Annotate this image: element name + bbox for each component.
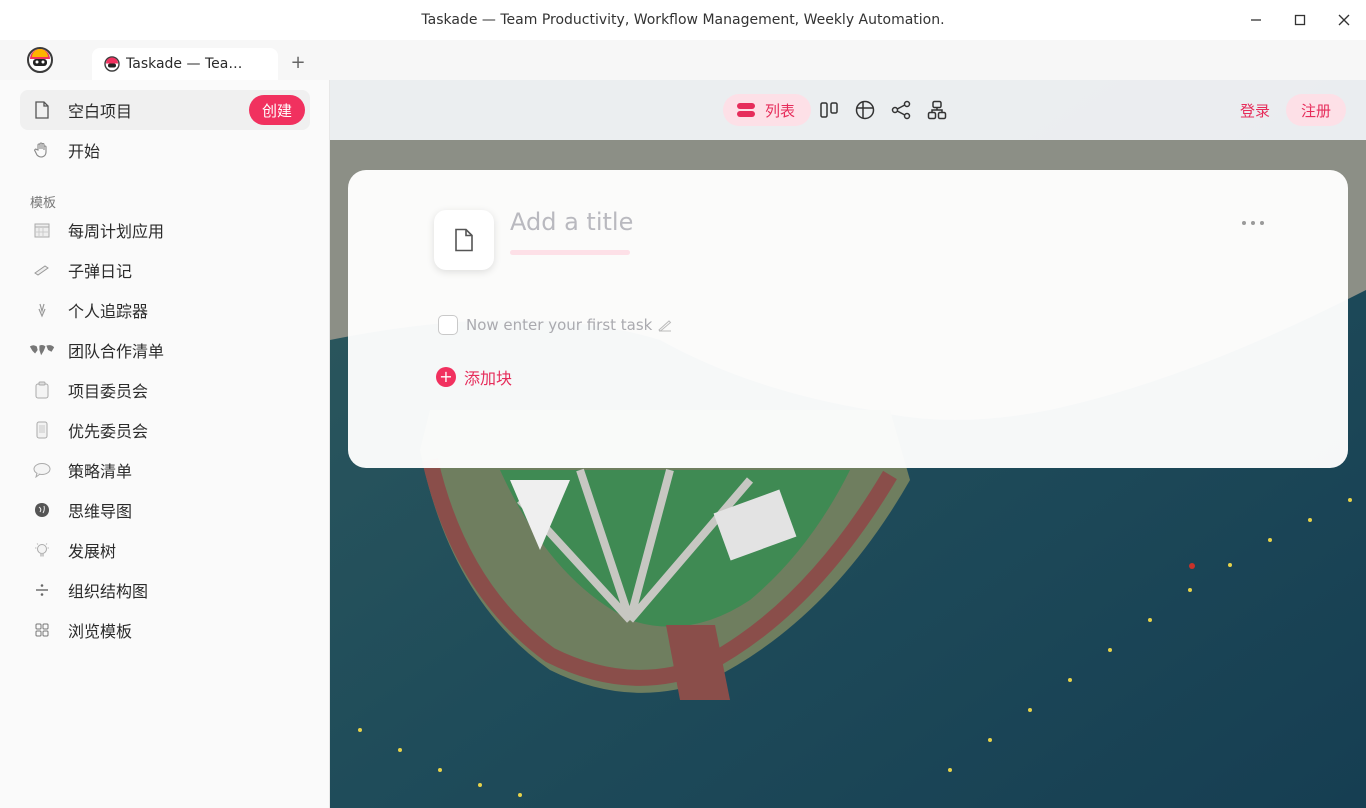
login-link[interactable]: 登录 [1240, 100, 1270, 121]
taskade-logo[interactable] [26, 46, 54, 74]
sidebar-item-team-checklist[interactable]: 团队合作清单 [20, 330, 310, 370]
maximize-button[interactable] [1278, 0, 1322, 40]
tab-title: Taskade — Tea… [126, 56, 243, 72]
pencil-icon [29, 257, 55, 283]
sidebar-item-label: 发展树 [68, 542, 117, 561]
title-underline [510, 250, 630, 255]
sidebar-item-weekly-planner[interactable]: 每周计划应用 [20, 210, 310, 250]
view-list-label: 列表 [765, 101, 796, 120]
add-block-button[interactable]: + 添加块 [436, 365, 512, 389]
clipboard-icon [29, 377, 55, 403]
sidebar-item-get-started[interactable]: 开始 [20, 130, 310, 170]
sidebar-item-strategy-list[interactable]: 策略清单 [20, 450, 310, 490]
plus-icon: + [290, 51, 306, 73]
more-options-button[interactable] [1242, 216, 1264, 230]
brain-icon [29, 497, 55, 523]
view-board-button[interactable] [811, 94, 847, 126]
sidebar-item-bullet-journal[interactable]: 子弹日记 [20, 250, 310, 290]
lightbulb-icon [29, 537, 55, 563]
hand-wave-icon [29, 137, 55, 163]
phone-icon [29, 417, 55, 443]
close-button[interactable] [1322, 0, 1366, 40]
sidebar-item-label: 项目委员会 [68, 382, 149, 401]
hands-icon [29, 297, 55, 323]
maximize-icon [1294, 14, 1306, 26]
taskade-favicon-icon [104, 56, 120, 72]
signup-button[interactable]: 注册 [1285, 94, 1346, 126]
list-view-icon [737, 103, 755, 117]
sidebar-item-label: 开始 [68, 142, 101, 161]
sidebar: 空白项目 创建 开始 模板 每周计划应用 子弹日记 个人追踪器 团队合作清单 项… [0, 80, 330, 808]
main-area: 列表 登录 注册 Add a title Now enter your firs… [330, 80, 1366, 808]
sidebar-item-label: 每周计划应用 [68, 222, 165, 241]
sidebar-item-mind-map[interactable]: 思维导图 [20, 490, 310, 530]
sidebar-item-label: 个人追踪器 [68, 302, 149, 321]
project-title-input[interactable]: Add a title [510, 208, 633, 236]
tab-strip: Taskade — Tea… + [0, 40, 1366, 80]
top-toolbar: 列表 登录 注册 [330, 80, 1366, 140]
view-table-button[interactable] [847, 94, 883, 126]
project-card: Add a title Now enter your first task + … [348, 170, 1348, 468]
orgchart-icon [927, 100, 947, 120]
project-icon-button[interactable] [434, 210, 494, 270]
view-switcher: 列表 [723, 94, 955, 126]
close-icon [1338, 14, 1350, 26]
divide-icon [29, 577, 55, 603]
sidebar-item-org-chart[interactable]: 组织结构图 [20, 570, 310, 610]
window-title: Taskade — Team Productivity, Workflow Ma… [421, 12, 945, 28]
sidebar-item-label: 子弹日记 [68, 262, 133, 281]
file-icon [29, 97, 55, 123]
speech-bubble-icon [29, 457, 55, 483]
view-orgchart-button[interactable] [919, 94, 955, 126]
world-map-icon [29, 337, 55, 363]
calendar-icon [29, 217, 55, 243]
browser-tab[interactable]: Taskade — Tea… [92, 48, 278, 80]
add-block-label: 添加块 [464, 369, 513, 388]
sidebar-item-label: 浏览模板 [68, 622, 133, 641]
sidebar-item-growth-tree[interactable]: 发展树 [20, 530, 310, 570]
taskade-logo-icon [27, 47, 53, 73]
task-input[interactable]: Now enter your first task [466, 316, 652, 334]
sidebar-item-label: 优先委员会 [68, 422, 149, 441]
grid-icon [29, 617, 55, 643]
templates-section-label: 模板 [30, 196, 57, 211]
pencil-icon [658, 320, 672, 332]
plus-circle-icon: + [436, 367, 456, 387]
sidebar-item-priority-board[interactable]: 优先委员会 [20, 410, 310, 450]
view-mindmap-button[interactable] [883, 94, 919, 126]
board-icon [820, 102, 838, 118]
task-checkbox[interactable] [438, 315, 458, 335]
task-row: Now enter your first task [438, 315, 672, 335]
minimize-icon [1251, 19, 1261, 21]
dot-icon [1242, 221, 1246, 225]
sidebar-item-personal-tracker[interactable]: 个人追踪器 [20, 290, 310, 330]
new-tab-button[interactable]: + [288, 51, 308, 73]
table-icon [855, 100, 875, 120]
sidebar-item-label: 空白项目 [68, 102, 133, 121]
sidebar-item-label: 策略清单 [68, 462, 133, 481]
file-icon [455, 228, 473, 252]
sidebar-item-label: 思维导图 [68, 502, 133, 521]
window-titlebar: Taskade — Team Productivity, Workflow Ma… [0, 0, 1366, 40]
sidebar-item-label: 组织结构图 [68, 582, 149, 601]
create-button[interactable]: 创建 [248, 95, 305, 125]
sidebar-item-browse-templates[interactable]: 浏览模板 [20, 610, 310, 650]
dot-icon [1260, 221, 1264, 225]
window-controls [1234, 0, 1366, 40]
minimize-button[interactable] [1234, 0, 1278, 40]
sidebar-item-project-board[interactable]: 项目委员会 [20, 370, 310, 410]
sidebar-item-label: 团队合作清单 [68, 342, 165, 361]
dot-icon [1251, 221, 1255, 225]
mindmap-icon [891, 100, 911, 120]
sidebar-item-blank-project[interactable]: 空白项目 创建 [20, 90, 310, 130]
view-list-button[interactable]: 列表 [723, 94, 812, 126]
auth-actions: 登录 注册 [1240, 94, 1346, 126]
